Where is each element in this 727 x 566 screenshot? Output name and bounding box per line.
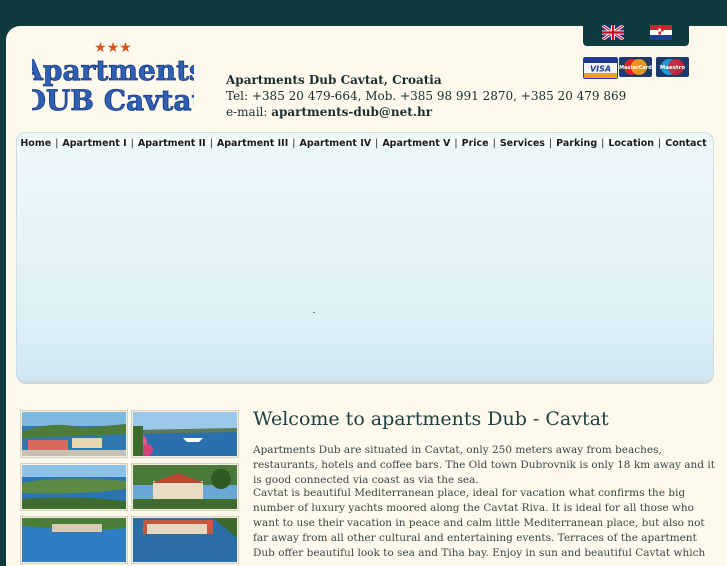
welcome-heading: Welcome to apartments Dub - Cavtat: [253, 408, 609, 430]
nav-services[interactable]: Services: [500, 138, 545, 149]
svg-text:MasterCard: MasterCard: [619, 65, 652, 71]
photo-thumbnail-house[interactable]: [131, 463, 239, 511]
nav-separator: |: [209, 138, 213, 149]
header-banner: [16, 132, 714, 382]
nav-apartment-4[interactable]: Apartment IV: [299, 138, 371, 149]
nav-location[interactable]: Location: [608, 138, 654, 149]
nav-separator: |: [454, 138, 458, 149]
nav-separator: |: [548, 138, 553, 149]
nav-price[interactable]: Price: [462, 138, 489, 149]
svg-text:Maestro: Maestro: [660, 65, 686, 71]
photo-thumbnail-yacht[interactable]: [131, 410, 239, 458]
photo-thumbnail-town[interactable]: [131, 516, 239, 564]
site-logo[interactable]: ★★★ Apartments DUB Cavtat: [20, 38, 205, 120]
banner-loading-dot: [313, 312, 315, 313]
photo-thumbnail-bay[interactable]: [20, 463, 128, 511]
nav-separator: |: [492, 138, 496, 149]
logo-line-1: Apartments: [32, 54, 194, 87]
nav-apartment-5[interactable]: Apartment V: [382, 138, 450, 149]
nav-separator: |: [55, 138, 59, 149]
logo-line-2: DUB Cavtat: [32, 84, 194, 117]
contact-email-line: e-mail: apartments-dub@net.hr: [226, 104, 626, 120]
nav-separator: |: [130, 138, 134, 149]
croatian-flag-icon[interactable]: [650, 25, 672, 40]
nav-home[interactable]: Home: [20, 138, 51, 149]
contact-info: Apartments Dub Cavtat, Croatia Tel: +385…: [226, 72, 626, 120]
nav-apartment-2[interactable]: Apartment II: [138, 138, 206, 149]
nav-separator: |: [292, 138, 296, 149]
email-label: e-mail:: [226, 105, 272, 119]
contact-phones: Tel: +385 20 479-664, Mob. +385 98 991 2…: [226, 89, 627, 103]
nav-separator: |: [658, 138, 662, 149]
photo-thumbnail-harbour[interactable]: [20, 410, 128, 458]
nav-contact[interactable]: Contact: [665, 138, 706, 149]
nav-separator: |: [601, 138, 605, 149]
main-nav: Home | Apartment I | Apartment II | Apartment …: [0, 138, 727, 149]
contact-name: Apartments Dub Cavtat, Croatia: [226, 73, 442, 87]
nav-separator: |: [375, 138, 379, 149]
photo-thumbnail-coast[interactable]: [20, 516, 128, 564]
nav-apartment-3[interactable]: Apartment III: [217, 138, 288, 149]
language-bar: [583, 22, 689, 46]
intro-paragraph: Apartments Dub are situated in Cavtat, o…: [253, 444, 715, 486]
uk-flag-icon[interactable]: [601, 23, 625, 42]
email-link[interactable]: apartments-dub@net.hr: [271, 105, 432, 119]
maestro-card-icon: Maestro: [656, 57, 689, 77]
cavtat-paragraph: Cavtat is beautiful Mediterranean place,…: [253, 487, 706, 559]
nav-parking[interactable]: Parking: [556, 138, 597, 149]
nav-apartment-1[interactable]: Apartment I: [62, 138, 126, 149]
